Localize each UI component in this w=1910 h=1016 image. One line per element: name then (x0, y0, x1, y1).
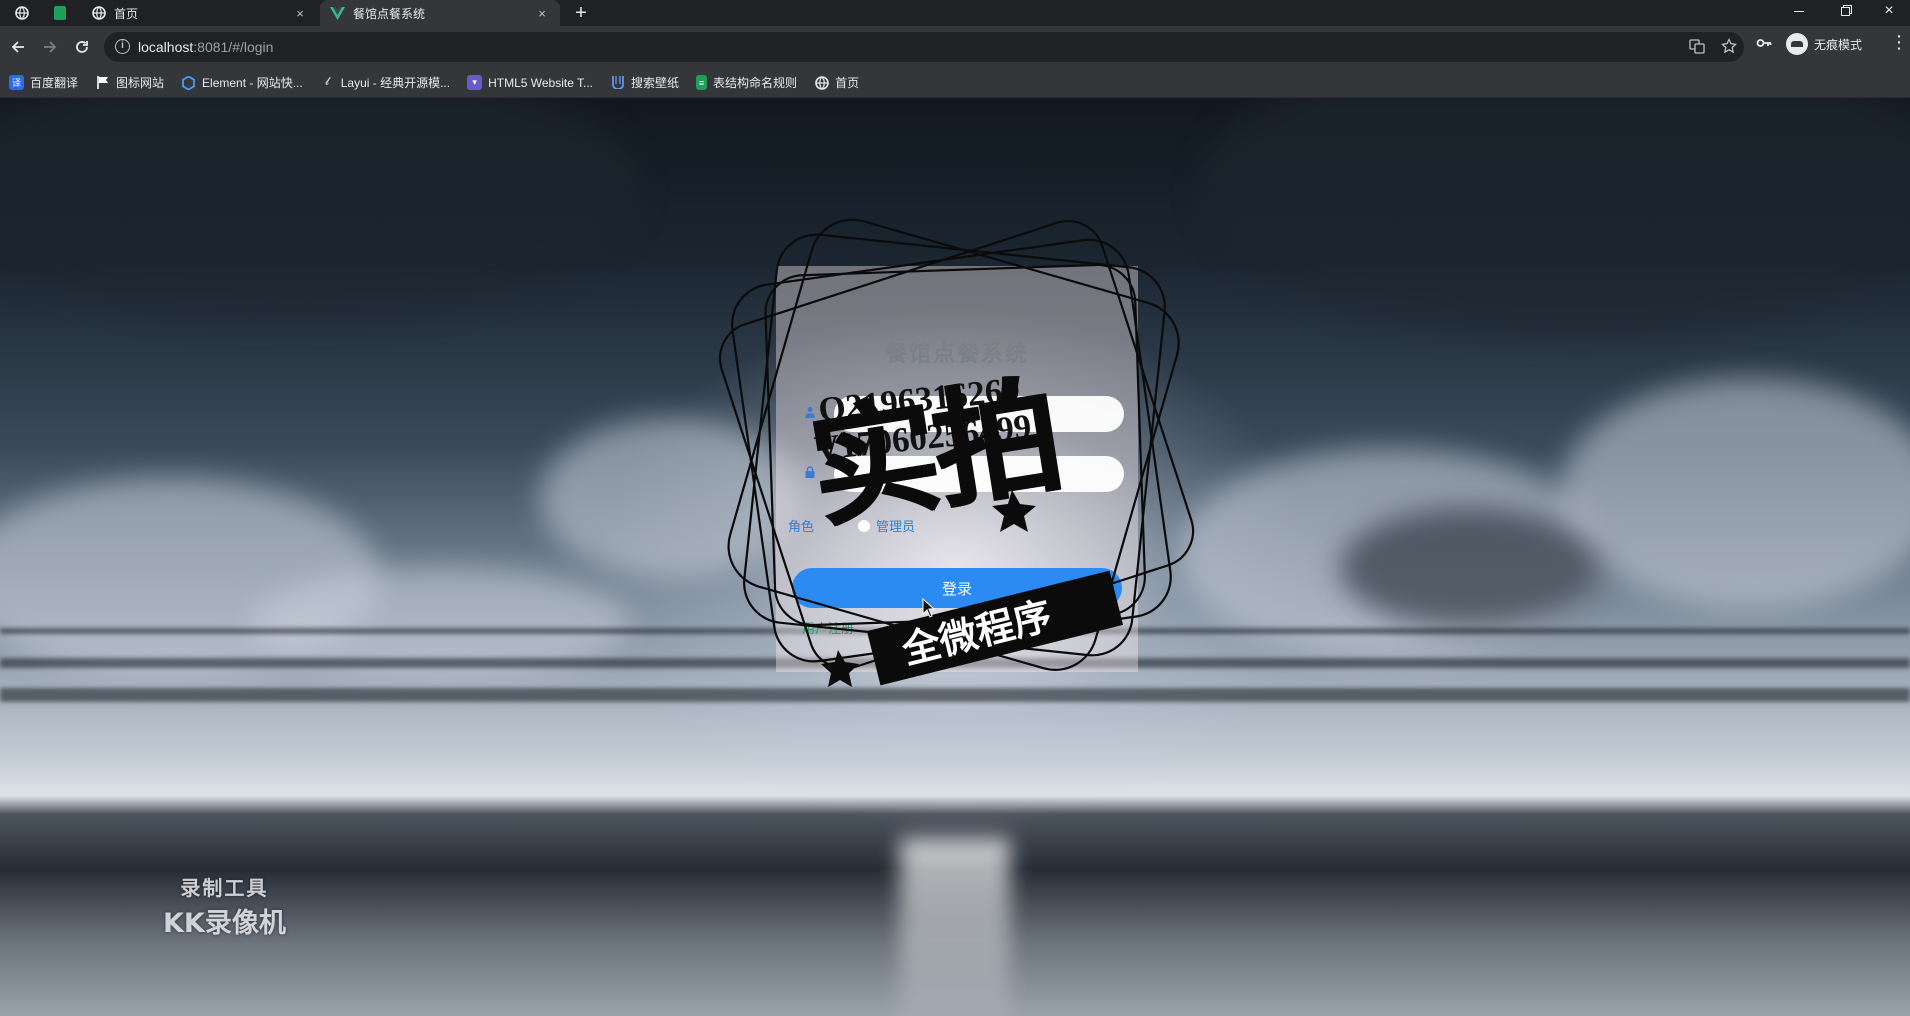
bookmark-star-icon[interactable] (1720, 37, 1738, 56)
globe-icon (814, 75, 829, 90)
bookmark-label: 首页 (835, 76, 860, 90)
pinned-tab-globe[interactable] (12, 3, 32, 23)
bookmark-html5-website[interactable]: ▾ HTML5 Website T... (467, 75, 593, 90)
incognito-icon (1786, 33, 1808, 55)
close-window-button[interactable]: × (1866, 0, 1910, 22)
tab-restaurant-ordering[interactable]: 餐馆点餐系统 × (320, 0, 560, 26)
close-icon: × (1884, 2, 1894, 19)
baidu-translate-icon: 译 (9, 75, 24, 90)
pinned-tab-sheet[interactable] (50, 3, 70, 23)
tab-title: 餐馆点餐系统 (353, 6, 426, 21)
minimize-icon (1794, 10, 1804, 12)
bookmark-icon-site[interactable]: 图标网站 (95, 74, 164, 91)
more-vertical-icon: ⋮ (1890, 32, 1908, 52)
bookmarks-bar: 译百度翻译 图标网站 Element - 网站快... 𝓵 Layui - 经典开… (0, 68, 1910, 98)
sun-reflection (900, 838, 1010, 1016)
key-icon (1756, 39, 1772, 47)
recorder-line1: 录制工具 (180, 876, 269, 900)
address-bar[interactable]: i localhost:8081/#/login (104, 32, 1744, 62)
bookmark-label: 百度翻译 (30, 76, 79, 90)
background-cloud (1340, 508, 1600, 628)
bookmark-label: 搜索壁纸 (631, 76, 680, 90)
globe-icon (15, 6, 29, 20)
background-cloud (1560, 378, 1910, 608)
restore-button[interactable] (1822, 0, 1868, 22)
bookmark-wallpaper[interactable]: 搜索壁纸 (610, 74, 679, 91)
tab-home[interactable]: 首页 × (82, 0, 318, 26)
globe-icon (92, 6, 106, 20)
arrow-right-icon (44, 41, 57, 53)
browser-toolbar: i localhost:8081/#/login 无痕模式 ⋮ (0, 26, 1910, 68)
menu-button[interactable]: ⋮ (1890, 33, 1908, 51)
sea-wave (0, 688, 1910, 702)
close-icon[interactable]: × (292, 6, 308, 21)
sheet-icon (54, 6, 66, 20)
html5-icon: ▾ (467, 75, 483, 90)
bookmark-home[interactable]: 首页 (814, 74, 859, 91)
stamp-text-watermark: 实拍 (799, 361, 1069, 548)
reload-icon (76, 41, 88, 53)
bookmark-label: Layui - 经典开源模... (340, 76, 451, 90)
recorder-line2: KK录像机 (163, 908, 286, 939)
restore-icon (1840, 6, 1850, 16)
layui-icon: 𝓵 (325, 76, 330, 88)
incognito-label: 无痕模式 (1814, 37, 1863, 52)
background-cloud (0, 98, 640, 318)
tab-strip: 首页 × 餐馆点餐系统 × + × (0, 0, 1910, 26)
bookmark-label: Element - 网站快... (202, 76, 303, 90)
bookmark-label: 图标网站 (116, 76, 165, 90)
sheet-icon: ≡ (696, 75, 708, 90)
mouse-cursor-icon (922, 598, 936, 618)
bookmark-label: 表结构命名规则 (713, 76, 798, 90)
bookmark-label: HTML5 Website T... (488, 75, 594, 90)
background-cloud (1200, 98, 1910, 338)
incognito-indicator[interactable]: 无痕模式 (1786, 33, 1862, 55)
reload-button[interactable] (70, 35, 94, 59)
bookmark-element[interactable]: Element - 网站快... (181, 74, 303, 91)
password-key-button[interactable] (1756, 35, 1772, 54)
vue-logo-icon (330, 6, 345, 20)
wallpaper-icon (610, 75, 625, 90)
url-host: localhost (138, 39, 194, 55)
tab-title: 首页 (114, 6, 139, 21)
url-text: localhost:8081/#/login (138, 39, 273, 55)
bookmark-layui[interactable]: 𝓵 Layui - 经典开源模... (320, 74, 450, 91)
minimize-button[interactable] (1776, 0, 1822, 22)
back-button[interactable] (6, 35, 30, 59)
forward-button[interactable] (38, 35, 62, 59)
flag-icon (95, 75, 110, 90)
close-icon[interactable]: × (534, 6, 550, 21)
translate-icon[interactable] (1688, 38, 1706, 56)
site-info-icon[interactable]: i (115, 39, 130, 54)
element-hex-icon (181, 75, 196, 90)
url-path: :8081/#/login (193, 39, 274, 55)
new-tab-button[interactable]: + (570, 2, 592, 24)
arrow-left-icon (11, 41, 24, 53)
recorder-watermark: 录制工具 KK录像机 (163, 872, 286, 940)
bookmark-table-naming[interactable]: ≡ 表结构命名规则 (696, 74, 797, 91)
bookmark-baidu-translate[interactable]: 译百度翻译 (9, 74, 78, 91)
